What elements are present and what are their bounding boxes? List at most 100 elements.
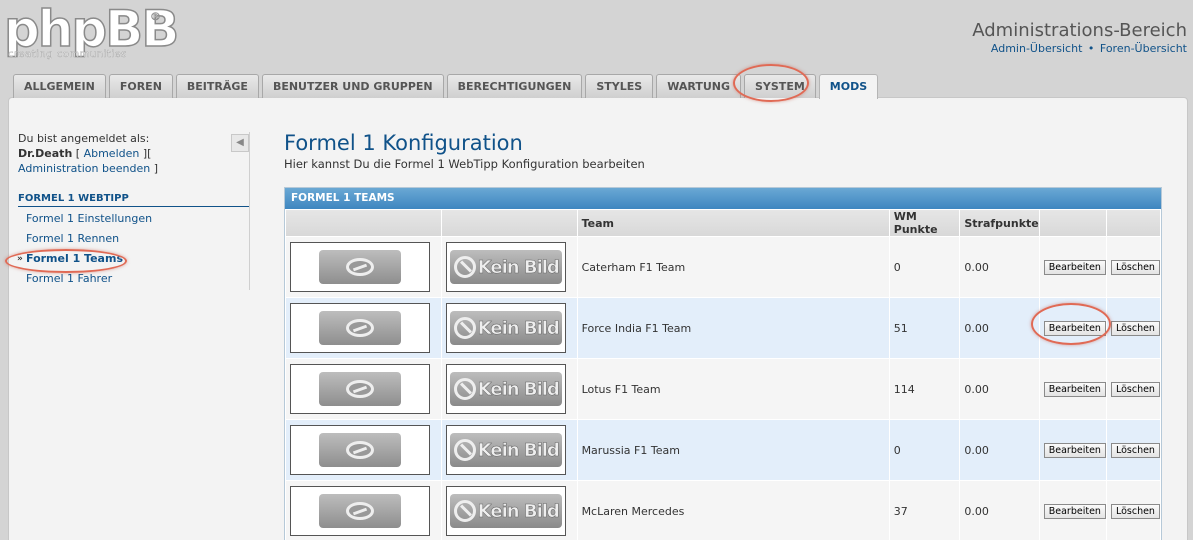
team-penalty: 0.00 (960, 359, 1039, 419)
team-image-placeholder: Kein Bild (445, 303, 566, 353)
no-image-icon (346, 380, 374, 398)
team-penalty: 0.00 (960, 237, 1039, 297)
team-name: Caterham F1 Team (577, 237, 889, 297)
col-header-edit (1039, 210, 1106, 236)
tab-allgemein[interactable]: ALLGEMEIN (13, 74, 106, 98)
no-entry-icon (453, 317, 476, 339)
table-row: Kein Bild Force India F1 Team 51 0.00 Be… (286, 298, 1160, 358)
admin-area-title: Administrations-Bereich (972, 20, 1187, 41)
team-image-placeholder: Kein Bild (445, 425, 566, 475)
link-separator: • (1087, 42, 1095, 55)
table-row: Kein Bild Lotus F1 Team 114 0.00 Bearbei… (286, 359, 1160, 419)
kein-bild-text: Kein Bild (477, 317, 561, 339)
teams-table: Team WM Punkte Strafpunkte Kein Bild Cat… (285, 209, 1161, 540)
no-entry-icon (453, 378, 476, 400)
team-image-cell: Kein Bild (441, 420, 577, 480)
col-header-image (441, 210, 577, 236)
no-image-icon (346, 441, 374, 459)
col-header-logo (286, 210, 441, 236)
team-logo-placeholder (290, 486, 430, 536)
team-penalty: 0.00 (960, 298, 1039, 358)
logo-subtitle: creating communities (8, 49, 127, 60)
col-header-wm-points: WM Punkte (889, 210, 960, 236)
sidebar-item-rennen[interactable]: Formel 1 Rennen (18, 229, 249, 249)
team-name: Lotus F1 Team (577, 359, 889, 419)
kein-bild-text: Kein Bild (477, 378, 561, 400)
team-logo-placeholder (290, 425, 430, 475)
table-caption: FORMEL 1 TEAMS (285, 188, 1161, 209)
tab-foren[interactable]: FOREN (108, 74, 173, 98)
no-entry-icon (453, 256, 476, 278)
username: Dr.Death (18, 147, 73, 160)
end-admin-link[interactable]: Administration beenden (18, 162, 150, 175)
sidebar: Du bist angemeldet als: Dr.Death [ Abmel… (17, 132, 250, 290)
no-entry-icon (453, 439, 476, 461)
forum-overview-link[interactable]: Foren-Übersicht (1100, 42, 1187, 55)
page-description: Hier kannst Du die Formel 1 WebTipp Konf… (284, 157, 645, 171)
no-entry-icon (453, 500, 476, 522)
team-image-cell: Kein Bild (441, 237, 577, 297)
teams-table-container: FORMEL 1 TEAMS Team WM Punkte Strafpunkt… (284, 187, 1162, 540)
team-logo-cell (286, 420, 441, 480)
edit-button[interactable]: Bearbeiten (1043, 381, 1106, 397)
no-image-icon (346, 502, 374, 520)
main-tabs: ALLGEMEIN FOREN BEITRÄGE BENUTZER UND GR… (13, 74, 881, 99)
logout-link[interactable]: Abmelden (84, 147, 140, 160)
admin-overview-link[interactable]: Admin-Übersicht (991, 42, 1082, 55)
team-points: 51 (889, 298, 960, 358)
no-image-icon (346, 258, 374, 276)
team-logo-cell (286, 481, 441, 540)
page-title: Formel 1 Konfiguration (284, 131, 523, 155)
team-image-placeholder: Kein Bild (445, 242, 566, 292)
delete-button[interactable]: Löschen (1110, 503, 1160, 519)
kein-bild-text: Kein Bild (477, 439, 561, 461)
tab-wartung[interactable]: WARTUNG (656, 74, 741, 98)
table-header-row: Team WM Punkte Strafpunkte (286, 210, 1160, 236)
delete-button[interactable]: Löschen (1110, 381, 1160, 397)
col-header-delete (1106, 210, 1160, 236)
delete-button[interactable]: Löschen (1110, 442, 1160, 458)
team-name: Marussia F1 Team (577, 420, 889, 480)
collapse-sidebar-icon[interactable]: ◀ (231, 134, 249, 152)
tab-system[interactable]: SYSTEM (744, 74, 816, 98)
tab-benutzer-und-gruppen[interactable]: BENUTZER UND GRUPPEN (261, 74, 444, 98)
phpbb-logo[interactable]: phpBB ® creating communities (3, 3, 180, 64)
login-info: Dr.Death [ Abmelden ][ Administration be… (18, 147, 158, 175)
sidebar-section-title: FORMEL 1 WEBTIPP (18, 193, 249, 207)
team-image-cell: Kein Bild (441, 359, 577, 419)
edit-button[interactable]: Bearbeiten (1043, 442, 1106, 458)
col-header-team: Team (577, 210, 889, 236)
tab-mods[interactable]: MODS (818, 74, 879, 99)
team-points: 37 (889, 481, 960, 540)
tab-berechtigungen[interactable]: BERECHTIGUNGEN (446, 74, 583, 98)
team-logo-placeholder (290, 242, 430, 292)
edit-button[interactable]: Bearbeiten (1043, 320, 1106, 336)
header-links: Admin-Übersicht • Foren-Übersicht (991, 42, 1187, 55)
team-logo-placeholder (290, 303, 430, 353)
no-image-icon (346, 319, 374, 337)
team-logo-cell (286, 237, 441, 297)
sidebar-item-einstellungen[interactable]: Formel 1 Einstellungen (18, 209, 249, 229)
team-image-cell: Kein Bild (441, 298, 577, 358)
team-logo-cell (286, 298, 441, 358)
team-points: 0 (889, 237, 960, 297)
edit-button[interactable]: Bearbeiten (1043, 503, 1106, 519)
delete-button[interactable]: Löschen (1110, 259, 1160, 275)
team-points: 114 (889, 359, 960, 419)
tab-beitraege[interactable]: BEITRÄGE (175, 74, 259, 98)
team-image-placeholder: Kein Bild (445, 364, 566, 414)
logo-registered-mark: ® (150, 10, 162, 24)
team-image-cell: Kein Bild (441, 481, 577, 540)
kein-bild-text: Kein Bild (477, 256, 561, 278)
sidebar-item-teams[interactable]: Formel 1 Teams (17, 249, 249, 269)
tab-styles[interactable]: STYLES (585, 74, 654, 98)
team-penalty: 0.00 (960, 481, 1039, 540)
sidebar-item-fahrer[interactable]: Formel 1 Fahrer (18, 269, 249, 289)
team-points: 0 (889, 420, 960, 480)
edit-button[interactable]: Bearbeiten (1043, 259, 1106, 275)
team-name: Force India F1 Team (577, 298, 889, 358)
col-header-penalty: Strafpunkte (960, 210, 1039, 236)
team-image-placeholder: Kein Bild (445, 486, 566, 536)
delete-button[interactable]: Löschen (1110, 320, 1160, 336)
team-penalty: 0.00 (960, 420, 1039, 480)
